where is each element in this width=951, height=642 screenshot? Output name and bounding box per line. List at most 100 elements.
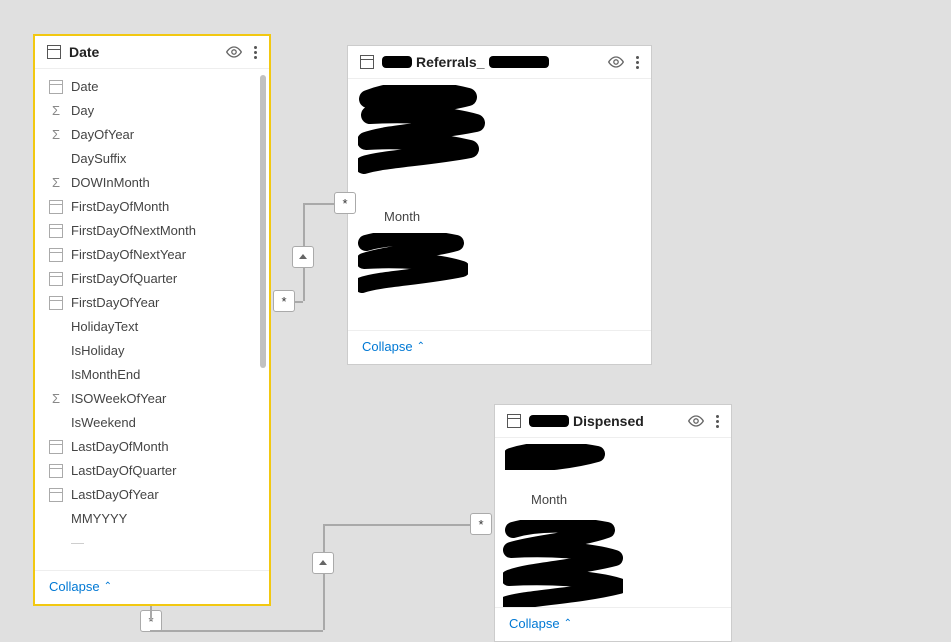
field-label: Day (71, 102, 94, 120)
visibility-icon[interactable] (607, 56, 625, 68)
blank-icon (49, 344, 63, 358)
sigma-icon: Σ (49, 104, 63, 118)
field-label: ISOWeekOfYear (71, 390, 166, 408)
field-label: IsMonthEnd (71, 366, 140, 384)
calendar-icon (49, 272, 63, 286)
field-label: FirstDayOfNextMonth (71, 222, 196, 240)
scrollbar-thumb[interactable] (260, 75, 266, 368)
table-footer: Collapse ⌃ (495, 607, 731, 641)
table-icon (47, 45, 61, 59)
field-label: DaySuffix (71, 150, 126, 168)
collapse-button[interactable]: Collapse ⌃ (362, 339, 425, 354)
field-label: Month (531, 491, 567, 509)
field-row[interactable]: FirstDayOfNextYear (35, 243, 269, 267)
title-text: Dispensed (573, 413, 644, 429)
field-row[interactable]: Σ Day (35, 99, 269, 123)
field-row[interactable]: LastDayOfQuarter (35, 459, 269, 483)
blank-icon (49, 320, 63, 334)
cardinality-many-icon[interactable]: * (273, 290, 295, 312)
visibility-icon[interactable] (687, 415, 705, 427)
calendar-icon (49, 248, 63, 262)
blank-icon (49, 152, 63, 166)
redacted-text (489, 56, 549, 68)
field-label: LastDayOfMonth (71, 438, 169, 456)
calendar-icon (49, 296, 63, 310)
relationship-line[interactable] (323, 574, 325, 630)
table-body-date: Date ΣDay ΣDayOfYear DaySuffix ΣDOWInMon… (35, 69, 269, 570)
chevron-up-icon: ⌃ (417, 341, 425, 352)
table-card-date[interactable]: Date Date ΣDay ΣDayOfYear DaySuffix ΣDOW… (33, 34, 271, 606)
redacted-text (382, 56, 412, 68)
table-header-date: Date (35, 36, 269, 69)
collapse-label: Collapse (362, 339, 413, 354)
calendar-icon (49, 200, 63, 214)
field-row[interactable]: Month (348, 205, 651, 229)
field-row[interactable]: DaySuffix (35, 147, 269, 171)
blank-icon (49, 512, 63, 526)
filter-direction-icon[interactable] (312, 552, 334, 574)
table-card-referrals[interactable]: Referrals_ Month Collapse ⌃ (347, 45, 652, 365)
field-row[interactable]: ΣDayOfYear (35, 123, 269, 147)
kebab-icon[interactable] (633, 56, 641, 69)
filter-direction-icon[interactable] (292, 246, 314, 268)
field-label: FirstDayOfYear (71, 294, 159, 312)
field-label: Month (384, 208, 420, 226)
field-label: Date (71, 78, 98, 96)
field-row[interactable]: ΣISOWeekOfYear (35, 387, 269, 411)
field-label: HolidayText (71, 318, 138, 336)
relationship-line[interactable] (303, 203, 305, 246)
field-row[interactable]: — (35, 531, 269, 555)
field-row[interactable]: IsHoliday (35, 339, 269, 363)
relationship-line[interactable] (323, 524, 470, 526)
sigma-icon: Σ (49, 176, 63, 190)
relationship-line[interactable] (150, 630, 323, 632)
field-row[interactable]: IsWeekend (35, 411, 269, 435)
relationship-line[interactable] (303, 268, 305, 301)
field-label: IsHoliday (71, 342, 124, 360)
collapse-button[interactable]: Collapse ⌃ (509, 616, 572, 631)
kebab-icon[interactable] (713, 415, 721, 428)
field-row[interactable]: IsMonthEnd (35, 363, 269, 387)
field-label: LastDayOfYear (71, 486, 159, 504)
kebab-icon[interactable] (251, 46, 259, 59)
blank-icon (509, 493, 523, 507)
field-row[interactable]: FirstDayOfMonth (35, 195, 269, 219)
redaction-scribble (358, 85, 488, 175)
field-row[interactable]: LastDayOfMonth (35, 435, 269, 459)
field-label: IsWeekend (71, 414, 136, 432)
visibility-icon[interactable] (225, 46, 243, 58)
table-icon (360, 55, 374, 69)
collapse-label: Collapse (509, 616, 560, 631)
table-card-dispensed[interactable]: Dispensed Month Collapse ⌃ (494, 404, 732, 642)
relationship-line[interactable] (323, 524, 325, 552)
field-row[interactable]: ΣDOWInMonth (35, 171, 269, 195)
chevron-up-icon: ⌃ (564, 618, 572, 629)
blank-icon (49, 368, 63, 382)
field-label: DayOfYear (71, 126, 134, 144)
cardinality-many-icon[interactable]: * (334, 192, 356, 214)
field-row[interactable]: FirstDayOfYear (35, 291, 269, 315)
blank-icon (49, 416, 63, 430)
field-row[interactable]: Date (35, 75, 269, 99)
calendar-icon (49, 80, 63, 94)
redacted-text (529, 415, 569, 427)
redaction-scribble (505, 444, 605, 470)
field-row[interactable]: LastDayOfYear (35, 483, 269, 507)
collapse-label: Collapse (49, 579, 100, 594)
field-row[interactable]: HolidayText (35, 315, 269, 339)
cardinality-many-icon[interactable]: * (470, 513, 492, 535)
relationship-line[interactable] (150, 606, 152, 620)
relationship-line[interactable] (295, 301, 303, 303)
blank-icon (49, 536, 63, 550)
field-row[interactable]: FirstDayOfQuarter (35, 267, 269, 291)
collapse-button[interactable]: Collapse ⌃ (49, 579, 112, 594)
field-row[interactable]: FirstDayOfNextMonth (35, 219, 269, 243)
scrollbar[interactable] (260, 75, 266, 564)
relationship-line[interactable] (303, 203, 334, 205)
field-label: MMYYYY (71, 510, 127, 528)
calendar-icon (49, 440, 63, 454)
calendar-icon (49, 464, 63, 478)
field-row[interactable]: MMYYYY (35, 507, 269, 531)
field-label: FirstDayOfQuarter (71, 270, 177, 288)
field-row[interactable]: Month (495, 488, 731, 512)
